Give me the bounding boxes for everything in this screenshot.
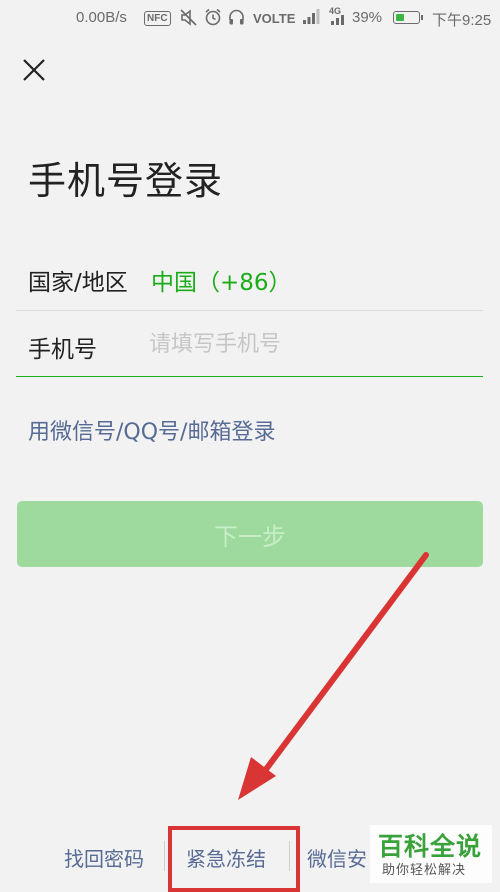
region-value[interactable]: 中国（+86） <box>151 263 292 297</box>
phone-label: 手机号 <box>28 337 97 363</box>
next-button[interactable]: 下一步 <box>17 501 483 567</box>
phone-field: 手机号 <box>16 311 483 377</box>
status-bar: 0.00B/s NFC VOLTE 4G 39% 下午9:25 <box>0 0 500 36</box>
region-selector[interactable]: 国家/地区 中国（+86） <box>16 248 483 311</box>
close-icon[interactable] <box>18 54 50 86</box>
battery-fill <box>396 14 404 21</box>
watermark-logo: 百科全说 助你轻松解决 <box>370 825 492 883</box>
annotation-highlight-box <box>168 826 300 892</box>
signal-icon <box>302 9 320 25</box>
phone-input[interactable] <box>147 325 471 363</box>
signal-icon-2 <box>330 15 346 25</box>
footer-divider <box>164 841 165 871</box>
watermark-sub-text: 助你轻松解决 <box>382 863 467 878</box>
mute-icon <box>180 9 197 30</box>
nfc-icon: NFC <box>144 8 171 26</box>
alt-login-link[interactable]: 用微信号/QQ号/邮箱登录 <box>28 414 275 446</box>
region-label: 国家/地区 <box>28 270 128 296</box>
headphones-icon <box>228 9 245 30</box>
volte-label: VOLTE <box>253 11 296 26</box>
clock: 下午9:25 <box>432 12 492 29</box>
page-title: 手机号登录 <box>28 159 224 203</box>
recover-password-link[interactable]: 找回密码 <box>64 843 144 872</box>
watermark-main-text: 百科全说 <box>378 832 483 861</box>
network-speed: 0.00B/s <box>76 9 127 26</box>
battery-percent: 39% <box>352 9 383 26</box>
security-center-link[interactable]: 微信安 <box>307 843 367 872</box>
battery-icon <box>393 11 423 24</box>
alarm-icon <box>204 8 222 30</box>
